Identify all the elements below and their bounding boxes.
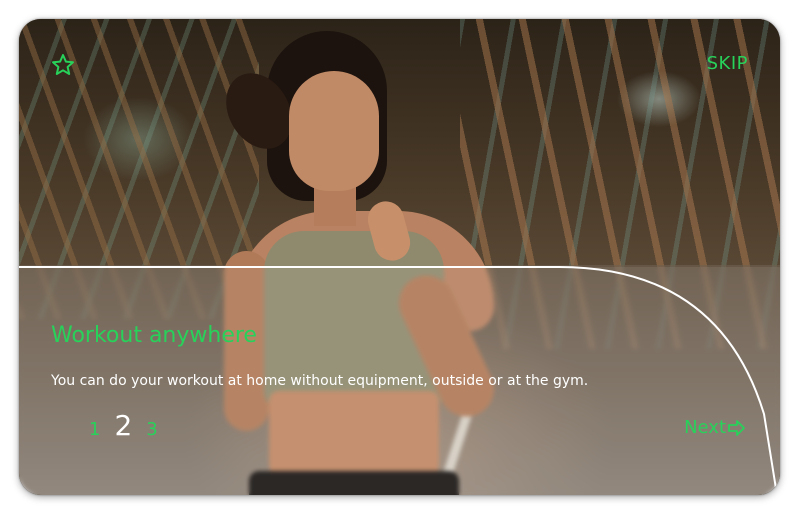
page-indicator-2[interactable]: 2 <box>114 409 132 442</box>
arrow-right-outline-icon <box>728 419 745 436</box>
star-outline-icon <box>52 54 74 75</box>
runner-face <box>289 71 379 191</box>
slide-description: You can do your workout at home without … <box>51 373 589 389</box>
skip-button[interactable]: SKIP <box>707 53 748 74</box>
onboarding-screen: SKIP Workout anywhere You can do your wo… <box>19 19 780 495</box>
favorite-button[interactable] <box>51 53 75 77</box>
page-indicator-1[interactable]: 1 <box>89 419 100 440</box>
page-indicator: 1 2 3 <box>89 409 158 443</box>
next-label: Next <box>684 417 726 438</box>
next-button[interactable]: Next <box>684 417 746 438</box>
page-indicator-3[interactable]: 3 <box>146 419 157 440</box>
slide-title: Workout anywhere <box>51 323 257 348</box>
